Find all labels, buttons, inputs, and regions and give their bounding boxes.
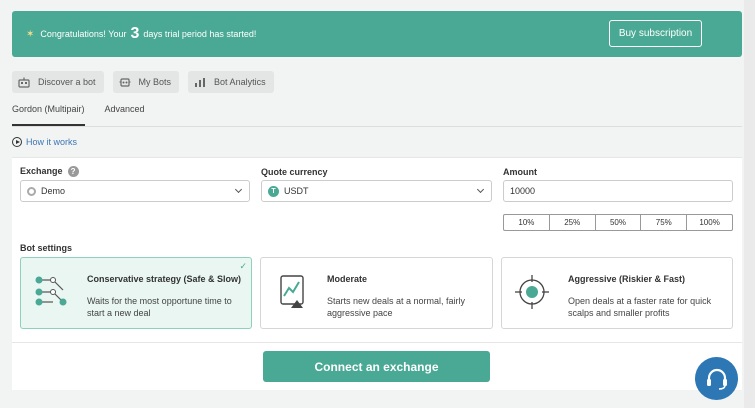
exchange-label: Exchange? — [20, 166, 79, 178]
footer-divider — [12, 342, 742, 343]
bot-nav: Discover a bot My Bots Bot Analytics — [12, 71, 274, 93]
percent-50-button[interactable]: 50% — [596, 215, 642, 230]
percent-75-button[interactable]: 75% — [641, 215, 688, 230]
my-bots-button[interactable]: My Bots — [112, 71, 180, 93]
buy-subscription-button[interactable]: Buy subscription — [609, 20, 702, 47]
conservative-strategy-icon — [35, 276, 67, 306]
analytics-icon — [194, 77, 206, 88]
tab-gordon-multipair[interactable]: Gordon (Multipair) — [12, 104, 85, 126]
usdt-icon: T — [268, 185, 279, 197]
play-icon — [12, 137, 22, 147]
tab-advanced[interactable]: Advanced — [105, 104, 145, 126]
connect-exchange-button[interactable]: Connect an exchange — [263, 351, 490, 382]
amount-label: Amount — [503, 167, 537, 177]
target-icon — [515, 275, 549, 309]
demo-exchange-icon — [27, 186, 36, 196]
help-icon[interactable]: ? — [67, 166, 79, 178]
bot-type-tabs: Gordon (Multipair) Advanced — [12, 104, 165, 126]
bot-settings-label: Bot settings — [20, 243, 73, 253]
percent-10-button[interactable]: 10% — [504, 215, 550, 230]
quote-currency-label: Quote currency — [261, 167, 328, 177]
check-icon: ✓ — [239, 261, 247, 271]
moderate-strategy-icon — [280, 275, 304, 308]
celebration-icon: ✶ — [26, 28, 35, 40]
headset-icon — [706, 368, 727, 390]
percent-25-button[interactable]: 25% — [550, 215, 596, 230]
trial-message: Congratulations! Your 3 days trial perio… — [40, 25, 257, 42]
card-description: Waits for the most opportune time to sta… — [87, 296, 232, 318]
chevron-down-icon — [476, 185, 485, 194]
card-description: Open deals at a faster rate for quick sc… — [568, 296, 712, 318]
bot-analytics-button[interactable]: Bot Analytics — [188, 71, 274, 93]
robot-icon — [119, 77, 131, 88]
trial-days: 3 — [130, 25, 140, 42]
support-chat-button[interactable] — [695, 357, 738, 400]
amount-percent-selector: 10% 25% 50% 75% 100% — [503, 214, 733, 231]
card-title: Moderate — [327, 274, 368, 284]
strategy-card-conservative[interactable]: Conservative strategy (Safe & Slow) Wait… — [20, 257, 252, 329]
card-description: Starts new deals at a normal, fairly agg… — [327, 296, 466, 318]
strategy-card-aggressive[interactable]: Aggressive (Riskier & Fast) Open deals a… — [501, 257, 733, 329]
bot-icon — [18, 77, 30, 88]
card-title: Aggressive (Riskier & Fast) — [568, 274, 686, 284]
exchange-select[interactable]: Demo — [20, 180, 250, 202]
quote-currency-select[interactable]: T USDT — [261, 180, 492, 202]
chevron-down-icon — [234, 185, 243, 194]
strategy-card-moderate[interactable]: Moderate Starts new deals at a normal, f… — [260, 257, 493, 329]
amount-input[interactable]: 10000 — [503, 180, 733, 202]
card-title: Conservative strategy (Safe & Slow) — [87, 274, 242, 284]
trial-banner: ✶ Congratulations! Your 3 days trial per… — [12, 11, 742, 57]
percent-100-button[interactable]: 100% — [687, 215, 732, 230]
discover-bot-button[interactable]: Discover a bot — [12, 71, 104, 93]
tabs-divider — [12, 126, 742, 127]
page-edge — [744, 0, 755, 408]
how-it-works-link[interactable]: How it works — [12, 137, 77, 147]
